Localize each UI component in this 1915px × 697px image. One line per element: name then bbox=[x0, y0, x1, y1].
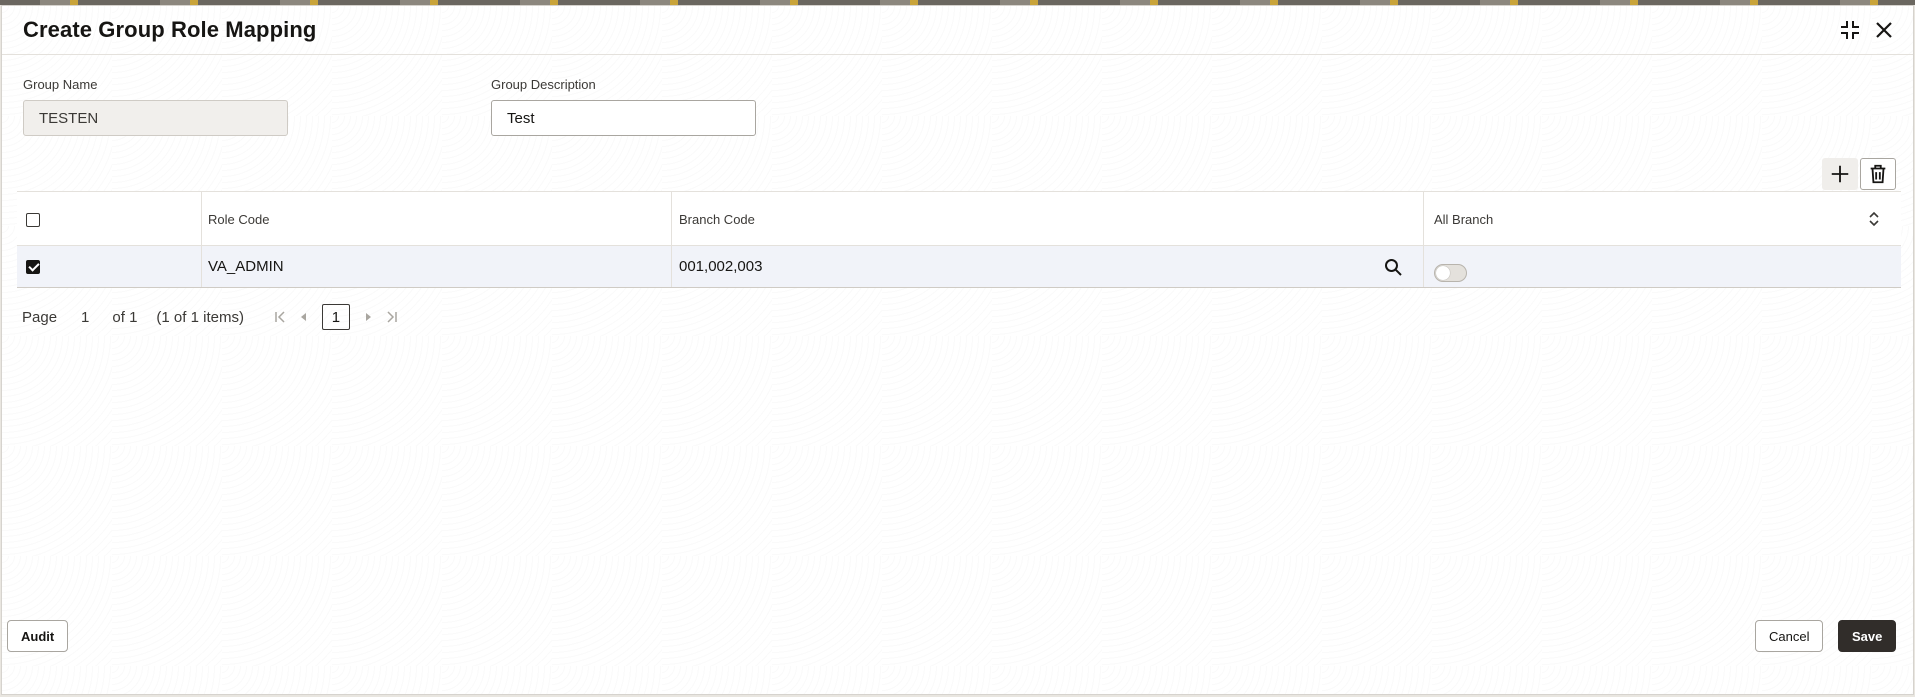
trash-icon bbox=[1870, 164, 1886, 184]
item-count: (1 of 1 items) bbox=[156, 308, 244, 326]
column-header-role-code: Role Code bbox=[202, 192, 672, 245]
collapse-icon[interactable] bbox=[1838, 18, 1862, 42]
column-header-all-branch-label: All Branch bbox=[1434, 212, 1494, 227]
group-name-label: Group Name bbox=[23, 77, 98, 92]
create-group-role-mapping-dialog: Create Group Role Mapping Group Name Gro… bbox=[1, 5, 1914, 695]
previous-page-icon[interactable] bbox=[292, 305, 316, 329]
all-branch-toggle[interactable] bbox=[1434, 263, 1467, 282]
pagination: Page 1 of 1 (1 of 1 items) 1 bbox=[22, 304, 404, 330]
plus-icon bbox=[1831, 165, 1849, 183]
next-page-icon[interactable] bbox=[356, 305, 380, 329]
column-header-all-branch: All Branch bbox=[1424, 192, 1901, 245]
first-page-icon[interactable] bbox=[268, 305, 292, 329]
dialog-title: Create Group Role Mapping bbox=[23, 17, 317, 42]
search-icon[interactable] bbox=[1383, 257, 1403, 277]
select-all-checkbox[interactable] bbox=[26, 212, 40, 227]
audit-button[interactable]: Audit bbox=[7, 620, 68, 652]
row-select-cell bbox=[17, 246, 202, 287]
role-mapping-table: Role Code Branch Code All Branch VA_ADMI… bbox=[17, 191, 1901, 288]
dialog-header: Create Group Role Mapping bbox=[2, 6, 1913, 55]
save-button[interactable]: Save bbox=[1838, 620, 1896, 652]
row-select-checkbox[interactable] bbox=[26, 259, 40, 274]
all-branch-cell bbox=[1424, 246, 1901, 287]
sort-icon[interactable] bbox=[1867, 210, 1881, 228]
delete-row-button[interactable] bbox=[1860, 158, 1896, 190]
page-1-button[interactable]: 1 bbox=[321, 304, 350, 330]
column-header-branch-code: Branch Code bbox=[672, 192, 1424, 245]
current-page-input[interactable]: 1 bbox=[81, 309, 89, 326]
group-description-input[interactable] bbox=[491, 100, 756, 136]
role-code-cell[interactable]: VA_ADMIN bbox=[202, 246, 672, 287]
branch-code-cell[interactable]: 001,002,003 bbox=[672, 246, 1424, 287]
table-row[interactable]: VA_ADMIN 001,002,003 bbox=[17, 246, 1901, 288]
group-name-input[interactable] bbox=[23, 100, 288, 136]
page-count: of 1 bbox=[112, 308, 138, 326]
add-row-button[interactable] bbox=[1822, 158, 1858, 190]
page-label: Page bbox=[22, 308, 58, 326]
select-all-cell bbox=[17, 192, 202, 245]
last-page-icon[interactable] bbox=[380, 305, 404, 329]
table-header-row: Role Code Branch Code All Branch bbox=[17, 192, 1901, 246]
close-icon[interactable] bbox=[1872, 18, 1896, 42]
branch-code-value: 001,002,003 bbox=[679, 258, 763, 275]
cancel-button[interactable]: Cancel bbox=[1755, 620, 1823, 652]
group-description-label: Group Description bbox=[491, 77, 596, 92]
